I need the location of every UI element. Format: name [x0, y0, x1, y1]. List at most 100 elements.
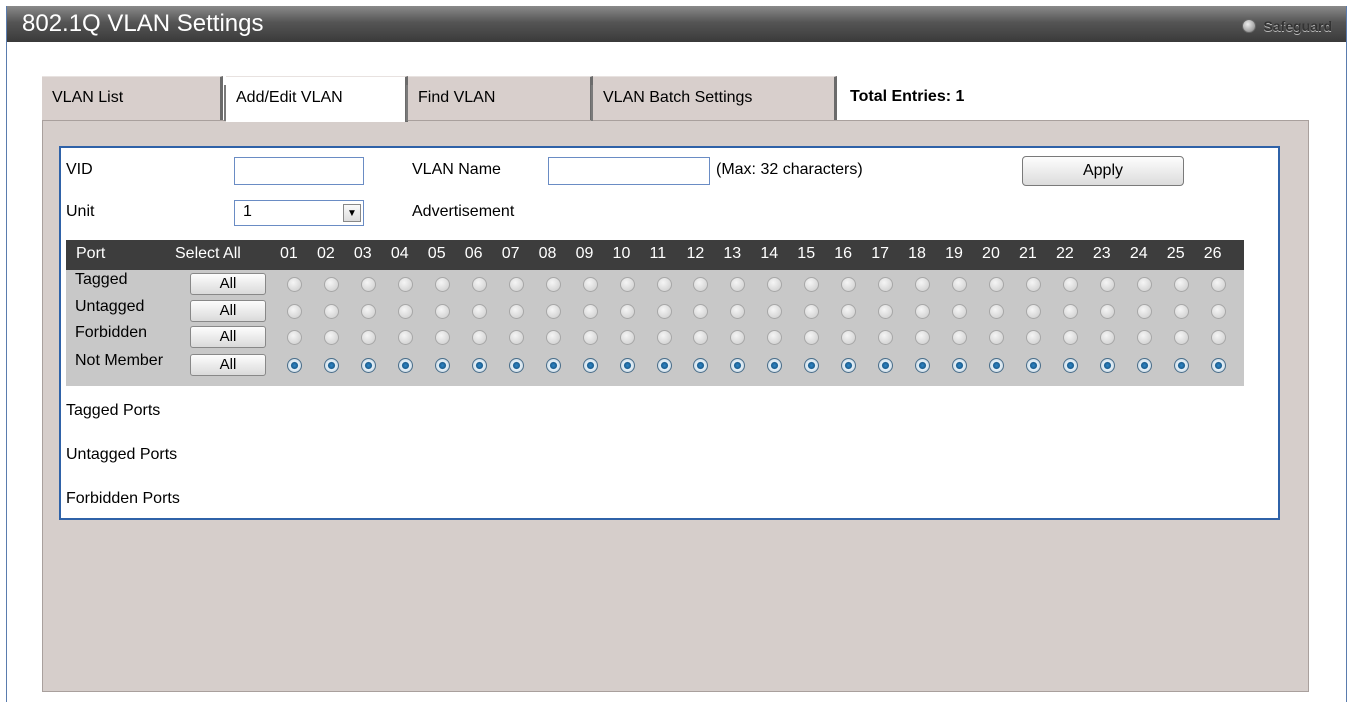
- vid-input[interactable]: [234, 157, 364, 185]
- radio-forbidden-port-01[interactable]: [287, 330, 302, 345]
- radio-tagged-port-03[interactable]: [360, 277, 376, 292]
- radio-not-member-port-19[interactable]: [952, 358, 968, 373]
- radio-forbidden-port-21[interactable]: [1026, 330, 1041, 345]
- radio-not-member-port-14[interactable]: [767, 358, 783, 373]
- radio-not-member-port-23[interactable]: [1099, 358, 1115, 373]
- radio-untagged-port-14[interactable]: [767, 304, 783, 319]
- radio-untagged-port-02[interactable]: [323, 304, 339, 319]
- radio-not-member-port-13[interactable]: [730, 358, 746, 373]
- radio-forbidden-port-08[interactable]: [545, 330, 561, 345]
- radio-forbidden-port-15[interactable]: [804, 330, 820, 345]
- radio-untagged-port-05[interactable]: [434, 304, 450, 319]
- radio-tagged-port-05[interactable]: [434, 277, 450, 292]
- tab-find-vlan[interactable]: Find VLAN: [406, 76, 593, 121]
- radio-tagged-port-10[interactable]: [619, 277, 635, 292]
- radio-untagged-port-17[interactable]: [878, 304, 894, 319]
- radio-untagged-port-23[interactable]: [1099, 304, 1115, 319]
- radio-not-member-port-10[interactable]: [619, 358, 635, 373]
- radio-not-member-port-17[interactable]: [878, 358, 894, 373]
- radio-not-member-port-22[interactable]: [1062, 358, 1078, 373]
- radio-forbidden-port-18[interactable]: [915, 330, 931, 345]
- radio-not-member-port-08[interactable]: [545, 358, 561, 373]
- radio-untagged-port-09[interactable]: [582, 304, 598, 319]
- radio-tagged-port-26[interactable]: [1210, 277, 1226, 292]
- radio-tagged-port-16[interactable]: [841, 277, 857, 292]
- radio-not-member-port-15[interactable]: [804, 358, 820, 373]
- radio-forbidden-port-06[interactable]: [471, 330, 487, 345]
- select-all-tagged-button[interactable]: All: [190, 273, 266, 295]
- radio-untagged-port-15[interactable]: [804, 304, 820, 319]
- safeguard-indicator[interactable]: Safeguard: [1241, 15, 1332, 37]
- radio-untagged-port-10[interactable]: [619, 304, 635, 319]
- tab-add-edit-vlan[interactable]: Add/Edit VLAN: [224, 76, 408, 122]
- chevron-down-icon[interactable]: ▼: [343, 204, 361, 222]
- radio-forbidden-port-19[interactable]: [952, 330, 968, 345]
- radio-untagged-port-18[interactable]: [915, 304, 931, 319]
- radio-forbidden-port-05[interactable]: [434, 330, 450, 345]
- radio-not-member-port-03[interactable]: [360, 358, 376, 373]
- radio-not-member-port-26[interactable]: [1210, 358, 1226, 373]
- radio-tagged-port-09[interactable]: [582, 277, 598, 292]
- radio-not-member-port-09[interactable]: [582, 358, 598, 373]
- radio-not-member-port-20[interactable]: [989, 358, 1005, 373]
- radio-not-member-port-07[interactable]: [508, 358, 524, 373]
- radio-untagged-port-20[interactable]: [989, 304, 1005, 319]
- radio-not-member-port-04[interactable]: [397, 358, 413, 373]
- radio-untagged-port-08[interactable]: [545, 304, 561, 319]
- vlan-name-input[interactable]: [548, 157, 710, 185]
- select-all-forbidden-button[interactable]: All: [190, 326, 266, 348]
- radio-untagged-port-16[interactable]: [841, 304, 857, 319]
- radio-tagged-port-04[interactable]: [397, 277, 413, 292]
- radio-not-member-port-18[interactable]: [915, 358, 931, 373]
- radio-forbidden-port-20[interactable]: [989, 330, 1005, 345]
- radio-forbidden-port-02[interactable]: [323, 330, 339, 345]
- tab-vlan-batch-settings[interactable]: VLAN Batch Settings: [591, 76, 837, 121]
- tab-vlan-list[interactable]: VLAN List: [42, 76, 223, 120]
- radio-not-member-port-01[interactable]: [287, 358, 302, 373]
- select-all-not-member-button[interactable]: All: [190, 354, 266, 376]
- radio-not-member-port-11[interactable]: [656, 358, 672, 373]
- radio-tagged-port-21[interactable]: [1026, 277, 1041, 292]
- radio-forbidden-port-11[interactable]: [656, 330, 672, 345]
- radio-not-member-port-21[interactable]: [1026, 358, 1041, 373]
- radio-not-member-port-02[interactable]: [323, 358, 339, 373]
- radio-tagged-port-01[interactable]: [287, 277, 302, 292]
- radio-tagged-port-18[interactable]: [915, 277, 931, 292]
- radio-tagged-port-20[interactable]: [989, 277, 1005, 292]
- radio-untagged-port-04[interactable]: [397, 304, 413, 319]
- radio-forbidden-port-13[interactable]: [730, 330, 746, 345]
- radio-untagged-port-21[interactable]: [1026, 304, 1041, 319]
- radio-untagged-port-12[interactable]: [693, 304, 709, 319]
- radio-untagged-port-13[interactable]: [730, 304, 746, 319]
- radio-untagged-port-07[interactable]: [508, 304, 524, 319]
- unit-select[interactable]: 1 ▼: [234, 200, 364, 226]
- radio-untagged-port-25[interactable]: [1173, 304, 1189, 319]
- radio-untagged-port-03[interactable]: [360, 304, 376, 319]
- radio-not-member-port-16[interactable]: [841, 358, 857, 373]
- radio-forbidden-port-12[interactable]: [693, 330, 709, 345]
- radio-forbidden-port-26[interactable]: [1210, 330, 1226, 345]
- radio-not-member-port-12[interactable]: [693, 358, 709, 373]
- radio-tagged-port-22[interactable]: [1062, 277, 1078, 292]
- radio-forbidden-port-09[interactable]: [582, 330, 598, 345]
- radio-forbidden-port-07[interactable]: [508, 330, 524, 345]
- radio-tagged-port-06[interactable]: [471, 277, 487, 292]
- radio-tagged-port-23[interactable]: [1099, 277, 1115, 292]
- apply-button[interactable]: Apply: [1022, 156, 1184, 186]
- radio-untagged-port-24[interactable]: [1136, 304, 1152, 319]
- radio-tagged-port-02[interactable]: [323, 277, 339, 292]
- radio-tagged-port-12[interactable]: [693, 277, 709, 292]
- radio-forbidden-port-24[interactable]: [1136, 330, 1152, 345]
- radio-not-member-port-05[interactable]: [434, 358, 450, 373]
- radio-tagged-port-24[interactable]: [1136, 277, 1152, 292]
- radio-tagged-port-14[interactable]: [767, 277, 783, 292]
- radio-not-member-port-24[interactable]: [1136, 358, 1152, 373]
- radio-untagged-port-22[interactable]: [1062, 304, 1078, 319]
- radio-untagged-port-11[interactable]: [656, 304, 672, 319]
- radio-forbidden-port-23[interactable]: [1099, 330, 1115, 345]
- radio-forbidden-port-16[interactable]: [841, 330, 857, 345]
- radio-untagged-port-26[interactable]: [1210, 304, 1226, 319]
- radio-tagged-port-08[interactable]: [545, 277, 561, 292]
- radio-tagged-port-25[interactable]: [1173, 277, 1189, 292]
- radio-tagged-port-07[interactable]: [508, 277, 524, 292]
